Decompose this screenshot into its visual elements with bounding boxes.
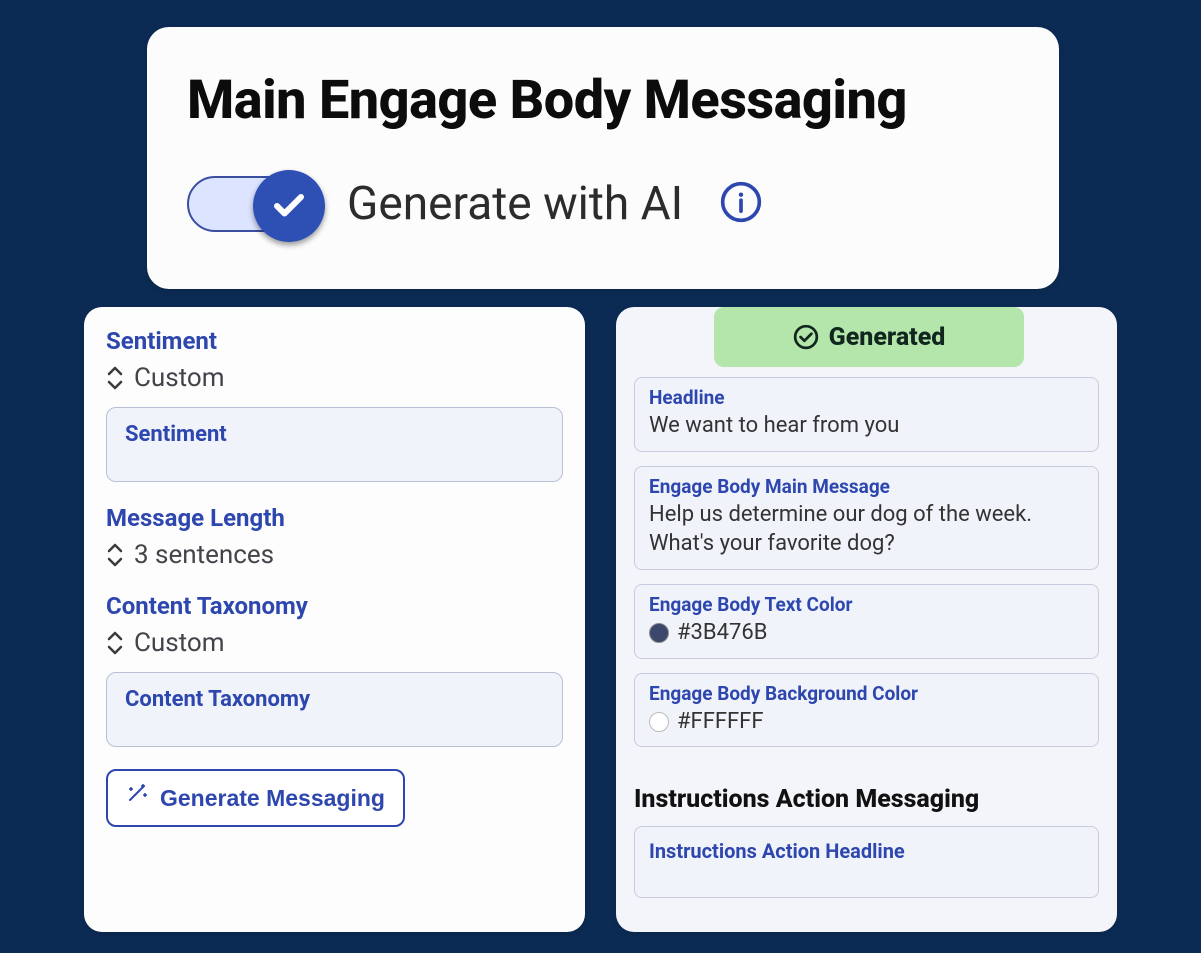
message-length-value: 3 sentences: [134, 540, 274, 570]
content-taxonomy-placeholder: Content Taxonomy: [125, 687, 310, 712]
content-taxonomy-input[interactable]: Content Taxonomy: [106, 672, 563, 747]
result-card: Generated Headline We want to hear from …: [616, 307, 1117, 932]
check-icon: [271, 188, 307, 224]
instructions-action-headline-input[interactable]: Instructions Action Headline: [634, 826, 1099, 898]
check-circle-icon: [793, 324, 819, 350]
headline-value: We want to hear from you: [649, 411, 1084, 441]
sentiment-placeholder: Sentiment: [125, 422, 227, 447]
text-color-value-row: #3B476B: [649, 618, 1084, 648]
message-length-label: Message Length: [106, 504, 563, 532]
ai-toggle-label: Generate with AI: [347, 177, 683, 231]
main-message-value: Help us determine our dog of the week. W…: [649, 500, 1084, 559]
text-color-swatch: [649, 623, 669, 643]
text-color-value: #3B476B: [677, 620, 767, 645]
instructions-action-title: Instructions Action Messaging: [634, 785, 1117, 814]
main-message-label: Engage Body Main Message: [649, 475, 1084, 498]
sentiment-stepper[interactable]: Custom: [106, 363, 563, 393]
headline-label: Headline: [649, 386, 1084, 409]
ai-toggle[interactable]: [187, 176, 319, 232]
generated-badge: Generated: [714, 307, 1024, 367]
generate-messaging-button[interactable]: Generate Messaging: [106, 769, 405, 827]
text-color-field[interactable]: Engage Body Text Color #3B476B: [634, 584, 1099, 659]
bg-color-field[interactable]: Engage Body Background Color #FFFFFF: [634, 673, 1099, 748]
bg-color-swatch: [649, 712, 669, 732]
main-message-field[interactable]: Engage Body Main Message Help us determi…: [634, 466, 1099, 570]
bg-color-value: #FFFFFF: [677, 709, 764, 734]
bg-color-label: Engage Body Background Color: [649, 682, 1084, 705]
info-icon[interactable]: [719, 180, 763, 228]
generated-badge-label: Generated: [829, 323, 946, 352]
sparkle-icon: [126, 783, 150, 813]
ai-toggle-row: Generate with AI: [187, 176, 1019, 232]
toggle-knob: [253, 170, 325, 242]
sentiment-input[interactable]: Sentiment: [106, 407, 563, 482]
chevron-updown-icon: [106, 542, 124, 568]
content-taxonomy-label: Content Taxonomy: [106, 592, 563, 620]
message-length-stepper[interactable]: 3 sentences: [106, 540, 563, 570]
chevron-updown-icon: [106, 365, 124, 391]
page-title: Main Engage Body Messaging: [187, 69, 1019, 132]
header-card: Main Engage Body Messaging Generate with…: [147, 27, 1059, 289]
headline-field[interactable]: Headline We want to hear from you: [634, 377, 1099, 452]
sentiment-value: Custom: [134, 363, 225, 393]
chevron-updown-icon: [106, 630, 124, 656]
sentiment-label: Sentiment: [106, 327, 563, 355]
content-taxonomy-stepper[interactable]: Custom: [106, 628, 563, 658]
instructions-action-headline-placeholder: Instructions Action Headline: [649, 839, 905, 863]
content-taxonomy-value: Custom: [134, 628, 225, 658]
text-color-label: Engage Body Text Color: [649, 593, 1084, 616]
settings-card: Sentiment Custom Sentiment Message Lengt…: [84, 307, 585, 932]
generate-messaging-label: Generate Messaging: [160, 785, 385, 812]
bg-color-value-row: #FFFFFF: [649, 707, 1084, 737]
